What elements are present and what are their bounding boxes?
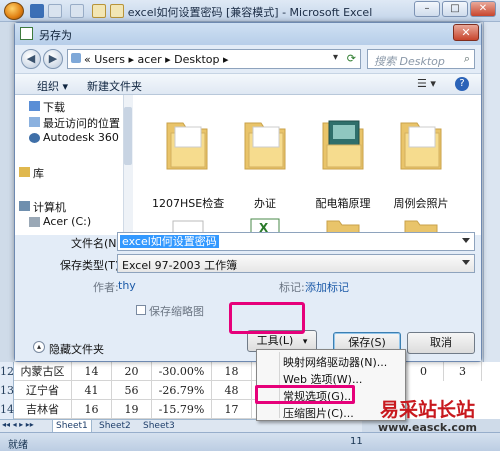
- nav-item-autodesk[interactable]: Autodesk 360: [43, 131, 119, 144]
- row-header[interactable]: 13: [0, 381, 14, 400]
- download-icon: [29, 101, 40, 111]
- cancel-button[interactable]: 取消: [407, 332, 475, 354]
- cell[interactable]: 吉林省: [14, 400, 72, 419]
- cell[interactable]: 辽宁省: [14, 381, 72, 400]
- thumbnail-label: 保存缩略图: [149, 305, 204, 318]
- nav-item-recent[interactable]: 最近访问的位置: [43, 115, 120, 131]
- library-icon: [19, 167, 30, 177]
- sheet-nav-icon[interactable]: ◂◂ ◂ ▸ ▸▸: [2, 420, 34, 429]
- chevron-down-icon[interactable]: [462, 238, 470, 243]
- file-name[interactable]: 周例会照片: [386, 195, 456, 211]
- cell[interactable]: 17: [212, 400, 252, 419]
- nav-item-library[interactable]: 库: [33, 165, 44, 181]
- nav-scroll-thumb[interactable]: [124, 107, 132, 165]
- excel-titlebar: excel如何设置密码 [兼容模式] - Microsoft Excel – □…: [0, 0, 500, 22]
- tools-label: 工具(L): [256, 334, 294, 347]
- row-header[interactable]: 14: [0, 400, 14, 419]
- search-box[interactable]: 搜索 Desktop ⌕: [367, 49, 475, 69]
- nav-item-downloads[interactable]: 下载: [43, 99, 65, 115]
- hide-folders-toggle[interactable]: 隐藏文件夹: [49, 341, 104, 357]
- file-list: 1207HSE检查 办证 配电箱原理 周例会照片 X: [133, 95, 481, 235]
- file-name[interactable]: 1207HSE检查: [152, 195, 224, 211]
- cell[interactable]: 内蒙古区: [14, 362, 72, 381]
- cell[interactable]: -30.00%: [152, 362, 212, 381]
- tags-value[interactable]: 添加标记: [305, 279, 349, 295]
- dropdown-arrow-icon[interactable]: ▾: [333, 52, 338, 63]
- savetype-select[interactable]: Excel 97-2003 工作簿: [117, 254, 475, 273]
- command-bar: 组织 ▾ 新建文件夹 ☰ ▾ ?: [15, 73, 481, 95]
- new-folder-button[interactable]: 新建文件夹: [87, 78, 142, 94]
- address-path: « Users ▸ acer ▸ Desktop ▸: [84, 53, 229, 66]
- file-name[interactable]: 办证: [230, 195, 300, 211]
- cell[interactable]: 0: [404, 362, 444, 381]
- cell[interactable]: -15.79%: [152, 400, 212, 419]
- cell[interactable]: 20: [112, 362, 152, 381]
- excel-close-button[interactable]: ✕: [470, 1, 496, 17]
- nav-item-drive-c[interactable]: Acer (C:): [43, 215, 91, 227]
- savetype-value: Excel 97-2003 工作簿: [122, 259, 238, 272]
- author-label: 作者:: [93, 281, 119, 294]
- autodesk-icon: [29, 133, 40, 143]
- vertical-scrollbar[interactable]: [483, 22, 500, 364]
- cell[interactable]: 56: [112, 381, 152, 400]
- thumbnail-checkbox[interactable]: [136, 305, 146, 315]
- computer-icon: [19, 201, 30, 211]
- cell[interactable]: 41: [72, 381, 112, 400]
- recent-places-icon: [29, 117, 40, 127]
- chevron-down-icon: ▾: [302, 337, 308, 347]
- status-text: 就绪: [8, 440, 28, 451]
- row-header[interactable]: 12: [0, 362, 14, 381]
- savetype-label: 保存类型(T):: [60, 259, 124, 272]
- menu-item-map-drive[interactable]: 映射网络驱动器(N)...: [283, 354, 387, 370]
- address-bar[interactable]: « Users ▸ acer ▸ Desktop ▸ ▾ ⟳: [67, 49, 361, 69]
- dialog-close-button[interactable]: ✕: [453, 24, 479, 41]
- cell[interactable]: 19: [112, 400, 152, 419]
- cell[interactable]: 14: [72, 362, 112, 381]
- folder-icon: [71, 53, 81, 63]
- dialog-titlebar: 另存为 ✕: [15, 23, 481, 45]
- maximize-button[interactable]: □: [442, 1, 468, 17]
- excel-file-icon: [20, 27, 33, 40]
- organize-button[interactable]: 组织 ▾: [37, 78, 68, 94]
- author-value[interactable]: thy: [118, 279, 136, 292]
- refresh-icon[interactable]: ⟳: [347, 52, 356, 65]
- filename-value: excel如何设置密码: [120, 235, 219, 248]
- search-placeholder: 搜索 Desktop: [374, 55, 445, 68]
- tags-label: 标记:: [279, 281, 305, 294]
- tools-highlight-frame: [229, 302, 305, 334]
- file-name[interactable]: 配电箱原理: [308, 195, 378, 211]
- filename-field[interactable]: excel如何设置密码: [117, 232, 475, 251]
- back-arrow-icon[interactable]: ◀: [21, 49, 41, 69]
- search-icon[interactable]: ⌕: [464, 52, 470, 66]
- zoom-level[interactable]: 11: [350, 436, 363, 447]
- watermark: 易采站长站 www.easck.com: [355, 395, 500, 435]
- view-icon[interactable]: ☰ ▾: [417, 77, 436, 90]
- cell[interactable]: -26.79%: [152, 381, 212, 400]
- dialog-title: 另存为: [39, 29, 72, 42]
- navigation-pane: 下载 最近访问的位置 Autodesk 360 库 计算机 Acer (C:): [15, 95, 133, 235]
- menu-item-compress-pictures[interactable]: 压缩图片(C)...: [283, 405, 354, 421]
- cell[interactable]: 18: [212, 362, 252, 381]
- folder-icon[interactable]: [243, 115, 287, 171]
- cell[interactable]: 3: [444, 362, 482, 381]
- watermark-text: 易采站长站: [379, 399, 475, 421]
- options-highlight-frame: [255, 385, 355, 404]
- help-icon[interactable]: ?: [455, 77, 469, 91]
- folder-icon[interactable]: [165, 115, 209, 171]
- watermark-url: www.easck.com: [378, 421, 477, 434]
- cell[interactable]: 48: [212, 381, 252, 400]
- navigation-bar: ◀ ▶ « Users ▸ acer ▸ Desktop ▸ ▾ ⟳ 搜索 De…: [15, 45, 481, 73]
- folder-icon[interactable]: [321, 115, 365, 171]
- forward-arrow-icon[interactable]: ▶: [43, 49, 63, 69]
- drive-icon: [29, 217, 40, 227]
- nav-item-computer[interactable]: 计算机: [33, 199, 66, 215]
- cell[interactable]: 16: [72, 400, 112, 419]
- minimize-button[interactable]: –: [414, 1, 440, 17]
- folder-icon[interactable]: [399, 115, 443, 171]
- collapse-icon[interactable]: ▴: [33, 341, 45, 353]
- chevron-down-icon[interactable]: [462, 260, 470, 265]
